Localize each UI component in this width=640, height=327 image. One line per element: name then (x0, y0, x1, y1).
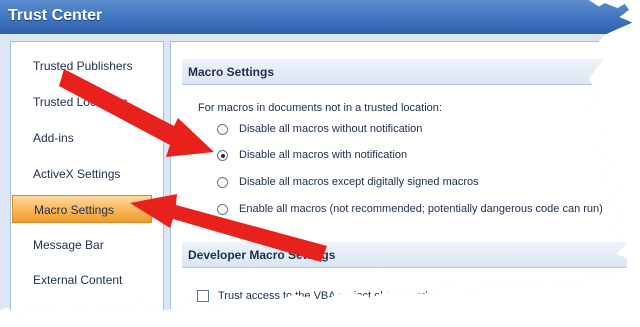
sidebar-item-label: External Content (33, 273, 123, 287)
sidebar-item-trusted-locations[interactable]: Trusted Locations (12, 88, 152, 116)
title-bar: Trust Center (0, 0, 637, 34)
sidebar-item-macro-settings[interactable]: Macro Settings (12, 195, 152, 223)
screenshot-stage: Trust Center Trusted Publishers Trusted … (0, 0, 640, 327)
sidebar-item-label: Message Bar (33, 238, 104, 252)
macro-intro-text: For macros in documents not in a trusted… (198, 102, 442, 114)
radio-label: Enable all macros (not recommended; pote… (239, 203, 603, 215)
checkbox-label: Trust access to the VBA project object m… (218, 290, 437, 302)
radio-label: Disable all macros without notification (239, 123, 423, 135)
radio-label: Disable all macros except digitally sign… (239, 176, 479, 188)
developer-macro-settings-header: Developer Macro Settings (182, 242, 627, 268)
sidebar-item-trusted-publishers[interactable]: Trusted Publishers (12, 52, 152, 80)
sidebar-item-label: ActiveX Settings (33, 167, 121, 181)
sidebar-item-label: Add-ins (33, 131, 74, 145)
sidebar: Trusted Publishers Trusted Locations Add… (10, 41, 164, 314)
sidebar-item-label: Trusted Locations (33, 95, 128, 109)
sidebar-item-add-ins[interactable]: Add-ins (12, 124, 152, 152)
trust-vba-access-checkbox[interactable] (197, 290, 209, 302)
radio-button-selected[interactable] (217, 150, 228, 161)
window-title: Trust Center (8, 7, 103, 24)
sidebar-item-label: Macro Settings (34, 203, 115, 217)
sidebar-item-label: Trusted Publishers (33, 59, 133, 73)
dialog-body: Trusted Publishers Trusted Locations Add… (0, 34, 637, 314)
radio-label: Disable all macros with notification (239, 149, 408, 161)
radio-button[interactable] (217, 204, 228, 215)
sidebar-item-activex-settings[interactable]: ActiveX Settings (12, 160, 152, 188)
sidebar-item-message-bar[interactable]: Message Bar (12, 231, 152, 259)
radio-button[interactable] (217, 124, 228, 135)
trust-center-dialog: Trust Center Trusted Publishers Trusted … (0, 0, 637, 314)
radio-button[interactable] (217, 177, 228, 188)
settings-pane: Macro Settings For macros in documents n… (170, 41, 637, 314)
macro-settings-header: Macro Settings (182, 59, 627, 85)
sidebar-item-external-content[interactable]: External Content (12, 266, 152, 294)
